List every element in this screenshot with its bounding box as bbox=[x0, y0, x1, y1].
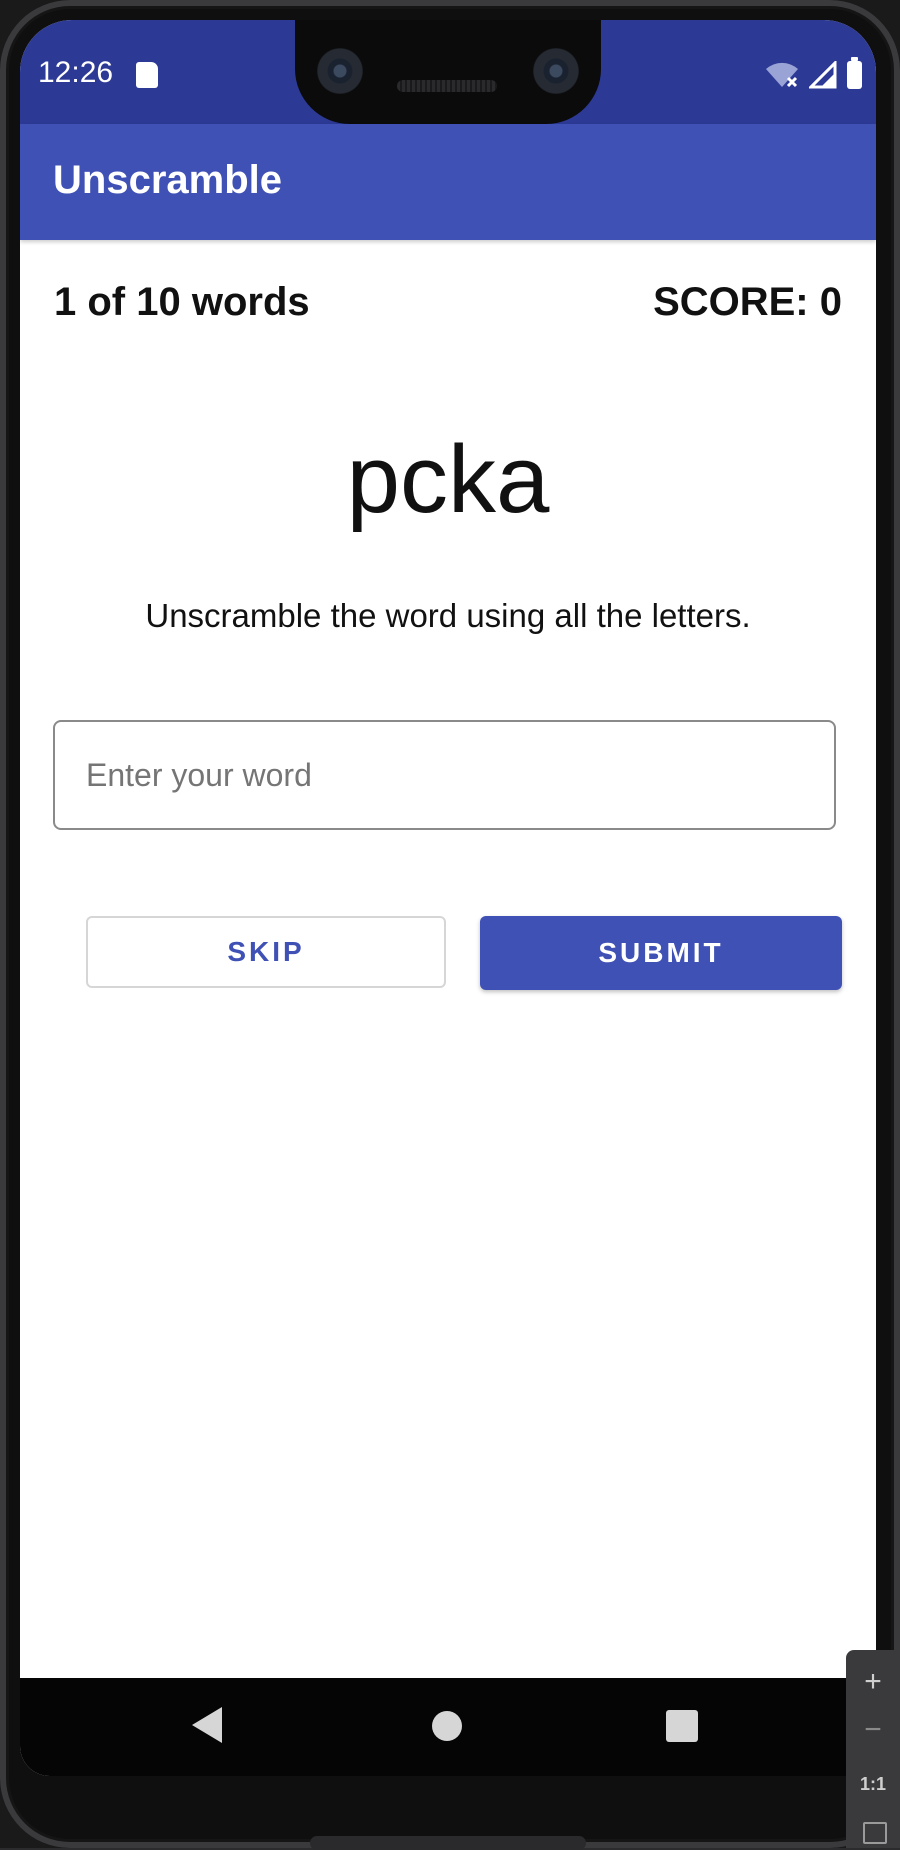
fit-screen-icon[interactable] bbox=[863, 1822, 887, 1844]
skip-button[interactable]: SKIP bbox=[86, 916, 446, 988]
score: SCORE: 0 bbox=[653, 280, 842, 324]
emulator-zoom-controls: + − 1:1 bbox=[846, 1650, 900, 1848]
home-icon[interactable] bbox=[432, 1711, 462, 1741]
word-count: 1 of 10 words bbox=[54, 280, 310, 324]
zoom-in-button[interactable]: + bbox=[846, 1658, 900, 1706]
sd-card-icon bbox=[136, 62, 158, 88]
recents-icon[interactable] bbox=[666, 1710, 698, 1742]
front-sensor-icon bbox=[533, 48, 579, 94]
phone-screen: 12:26 Unscramble 1 of 10 words SCORE: 0 … bbox=[20, 20, 876, 1776]
word-input[interactable] bbox=[53, 720, 836, 830]
earpiece-speaker bbox=[397, 80, 497, 92]
zoom-out-button[interactable]: − bbox=[846, 1706, 900, 1754]
battery-icon bbox=[847, 57, 862, 89]
front-camera-icon bbox=[317, 48, 363, 94]
instructions: Unscramble the word using all the letter… bbox=[145, 597, 751, 634]
app-bar: Unscramble bbox=[20, 124, 876, 240]
device: 12:26 Unscramble 1 of 10 words SCORE: 0 … bbox=[0, 0, 900, 1850]
submit-button[interactable]: SUBMIT bbox=[480, 916, 842, 990]
wifi-icon bbox=[766, 62, 798, 88]
signal-icon bbox=[809, 61, 837, 89]
status-time: 12:26 bbox=[38, 56, 114, 89]
camera-notch bbox=[295, 20, 601, 124]
actual-size-button[interactable]: 1:1 bbox=[846, 1760, 900, 1808]
navigation-bar bbox=[20, 1678, 876, 1776]
app-title: Unscramble bbox=[53, 158, 282, 202]
status-icons bbox=[765, 57, 862, 92]
scrambled-word: pcka bbox=[346, 426, 550, 533]
back-icon[interactable] bbox=[192, 1707, 222, 1743]
